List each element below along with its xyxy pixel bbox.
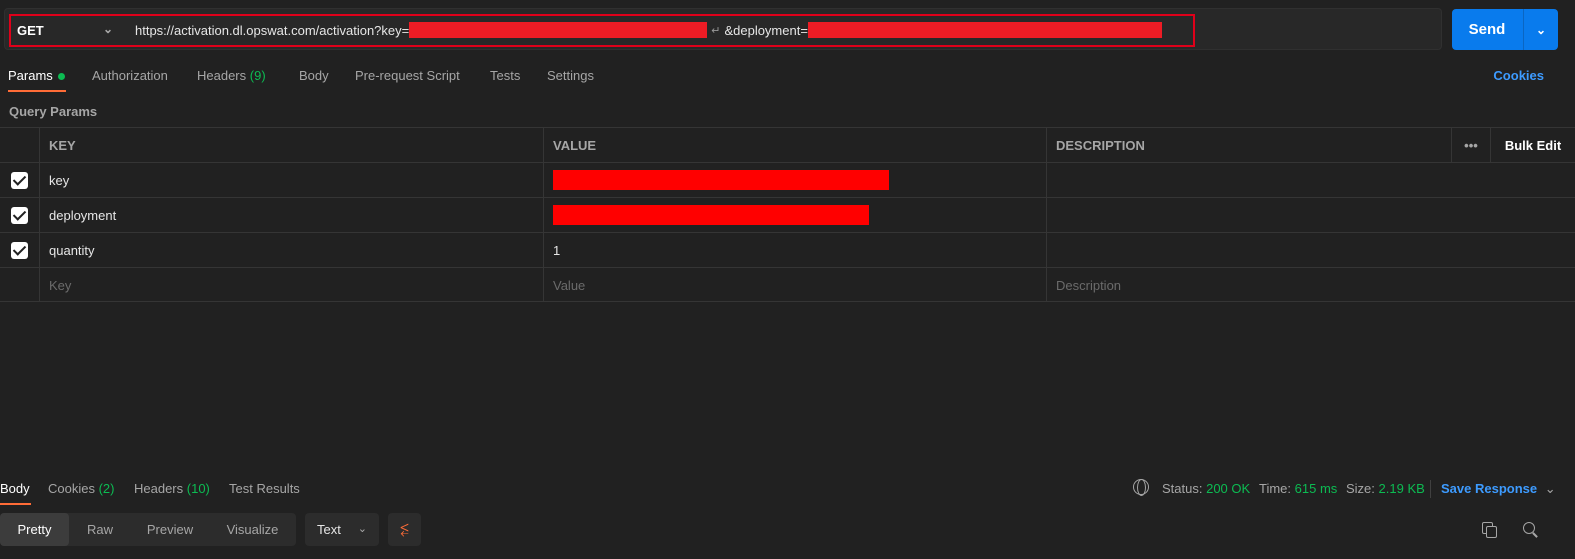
table-row-new: Key Value Description [0, 267, 1575, 302]
param-description-cell[interactable] [1046, 198, 1451, 232]
row-checkbox[interactable] [11, 241, 28, 259]
query-params-title: Query Params [9, 104, 98, 119]
response-time[interactable]: Time: 615 ms [1259, 481, 1337, 496]
bulk-edit-button[interactable]: Bulk Edit [1490, 128, 1575, 162]
new-description-input[interactable]: Description [1046, 268, 1451, 302]
response-tab-cookies[interactable]: Cookies (2) [48, 481, 114, 496]
param-key-cell[interactable]: deployment [39, 198, 543, 232]
response-status[interactable]: Status: 200 OK [1162, 481, 1250, 496]
headers-count-badge: (9) [249, 68, 266, 83]
query-params-table: KEY VALUE DESCRIPTION ••• Bulk Edit key … [0, 127, 1575, 302]
column-header-description: DESCRIPTION [1046, 128, 1451, 162]
table-header-row: KEY VALUE DESCRIPTION ••• Bulk Edit [0, 127, 1575, 162]
cookies-link[interactable]: Cookies [1493, 68, 1544, 83]
table-row: deployment [0, 197, 1575, 232]
active-dot-icon [57, 73, 65, 81]
param-description-cell[interactable] [1046, 163, 1451, 197]
format-value: Text [317, 522, 341, 537]
cookies-count-badge: (2) [98, 481, 115, 496]
highlight-annotation-box [9, 14, 1195, 47]
globe-icon[interactable] [1133, 479, 1149, 496]
view-visualize-button[interactable]: Visualize [209, 513, 296, 546]
tab-params[interactable]: Params [8, 68, 65, 83]
header-checkbox-cell [0, 128, 39, 162]
divider [1430, 480, 1431, 498]
response-tab-headers[interactable]: Headers (10) [134, 481, 210, 496]
response-cookies-label: Cookies [48, 481, 95, 496]
search-icon[interactable] [1523, 522, 1539, 538]
column-header-value: VALUE [543, 128, 1046, 162]
status-value: 200 OK [1206, 481, 1251, 496]
time-label: Time: [1259, 481, 1292, 496]
more-options-icon[interactable]: ••• [1451, 128, 1490, 162]
row-checkbox[interactable] [11, 206, 28, 224]
row-checkbox-cell [0, 268, 39, 302]
tab-pre-request-script[interactable]: Pre-request Script [355, 68, 460, 83]
new-value-input[interactable]: Value [543, 268, 1046, 302]
column-header-key: KEY [39, 128, 543, 162]
tab-params-label: Params [8, 68, 53, 83]
redacted-value [553, 205, 869, 225]
response-headers-label: Headers [134, 481, 184, 496]
save-response-label: Save Response [1441, 481, 1538, 496]
response-tab-test-results[interactable]: Test Results [229, 481, 300, 496]
send-button-label: Send [1468, 21, 1506, 38]
save-response-button[interactable]: Save Response ⌄ [1441, 481, 1556, 497]
param-value-cell[interactable] [543, 198, 1046, 232]
send-button[interactable]: Send ⌄ [1452, 9, 1558, 50]
request-url-bar: GET ⌄ https://activation.dl.opswat.com/a… [4, 8, 1442, 50]
response-headers-count-badge: (10) [186, 481, 210, 496]
tab-headers[interactable]: Headers (9) [197, 68, 266, 83]
table-row: key [0, 162, 1575, 197]
row-checkbox-cell [0, 233, 39, 267]
chevron-down-icon: ⌄ [1544, 481, 1556, 496]
chevron-down-icon: ⌄ [357, 523, 367, 535]
view-pretty-button[interactable]: Pretty [0, 513, 69, 546]
wrap-lines-icon[interactable]: ⥶ [388, 513, 421, 546]
tab-tests[interactable]: Tests [490, 68, 520, 83]
status-label: Status: [1162, 481, 1203, 496]
row-checkbox-cell [0, 198, 39, 232]
param-description-cell[interactable] [1046, 233, 1451, 267]
view-raw-button[interactable]: Raw [69, 513, 131, 546]
copy-icon[interactable] [1482, 522, 1497, 538]
active-response-tab-indicator [0, 503, 31, 505]
response-tabs: Body Cookies (2) Headers (10) Test Resul… [0, 476, 1575, 506]
row-checkbox[interactable] [11, 171, 28, 189]
size-value: 2.19 KB [1378, 481, 1425, 496]
chevron-down-icon[interactable]: ⌄ [1524, 9, 1558, 50]
response-size[interactable]: Size: 2.19 KB [1346, 481, 1425, 496]
view-mode-segmented-control: Pretty Raw Preview Visualize [0, 513, 296, 546]
request-tabs: Params Authorization Headers (9) Body Pr… [0, 60, 1575, 92]
tab-authorization[interactable]: Authorization [92, 68, 168, 83]
tab-headers-label: Headers [197, 68, 247, 83]
param-key-cell[interactable]: quantity [39, 233, 543, 267]
redacted-value [553, 170, 889, 190]
size-label: Size: [1346, 481, 1375, 496]
tab-body[interactable]: Body [299, 68, 329, 83]
param-value-cell[interactable]: 1 [543, 233, 1046, 267]
tab-settings[interactable]: Settings [547, 68, 594, 83]
new-key-input[interactable]: Key [39, 268, 543, 302]
row-checkbox-cell [0, 163, 39, 197]
time-value: 615 ms [1294, 481, 1338, 496]
table-row: quantity 1 [0, 232, 1575, 267]
param-value-cell[interactable] [543, 163, 1046, 197]
response-tab-body[interactable]: Body [0, 481, 30, 496]
format-select[interactable]: Text ⌄ [305, 513, 379, 546]
param-key-cell[interactable]: key [39, 163, 543, 197]
view-preview-button[interactable]: Preview [131, 513, 209, 546]
active-tab-indicator [8, 90, 66, 92]
